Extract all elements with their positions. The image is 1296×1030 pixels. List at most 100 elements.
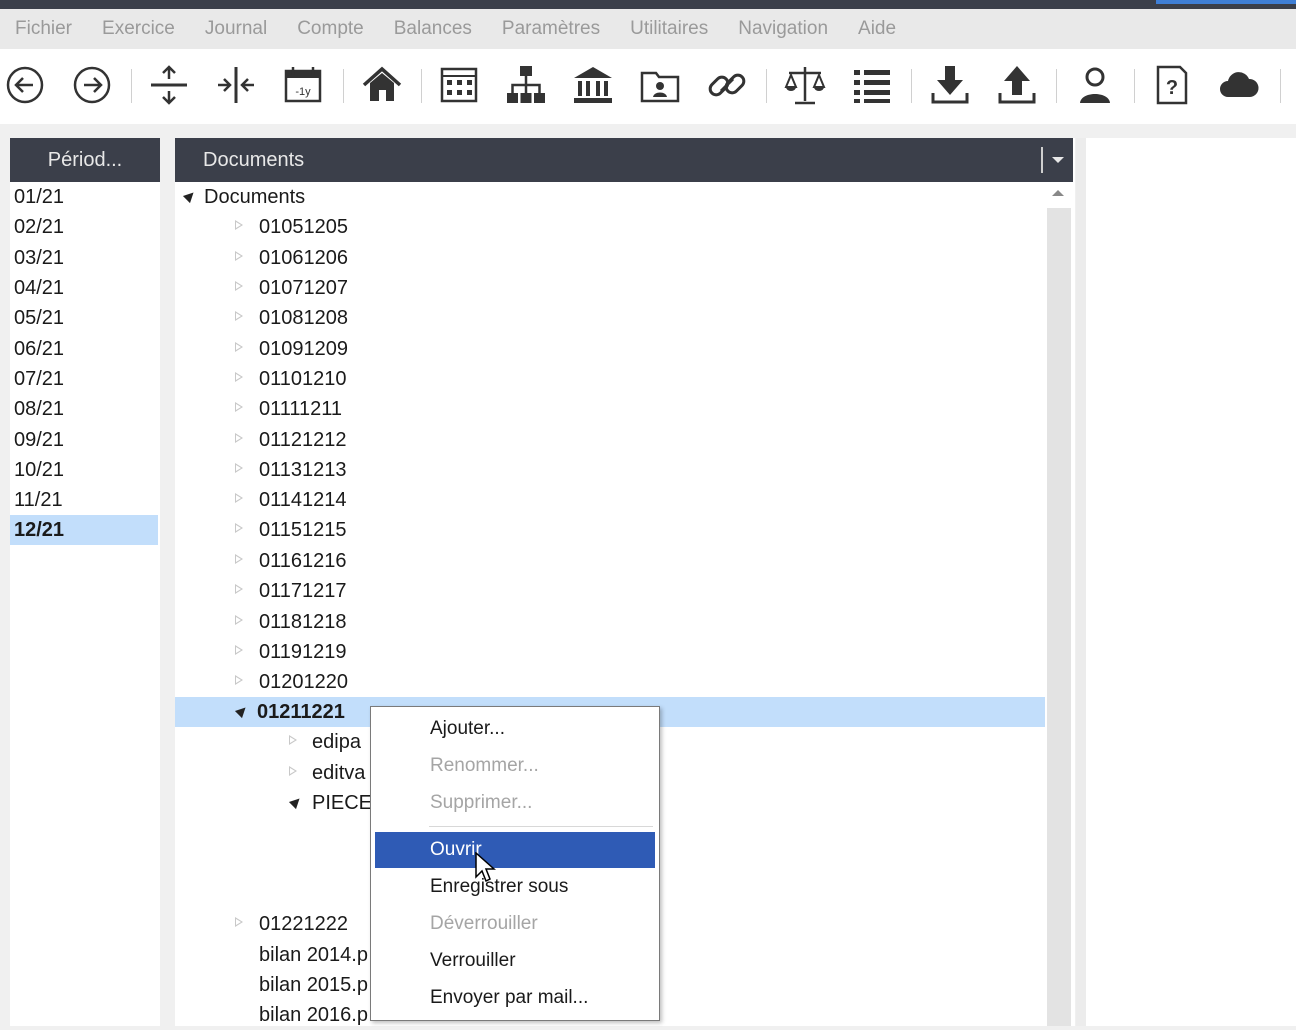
tree-folder[interactable]: 01151215 bbox=[235, 515, 347, 545]
bank-icon[interactable] bbox=[571, 63, 615, 107]
menu-item-ajouter[interactable]: Ajouter... bbox=[375, 711, 655, 747]
dropdown-arrow-icon[interactable] bbox=[1052, 157, 1064, 163]
period-item[interactable]: 10/21 bbox=[10, 455, 158, 485]
tree-child[interactable]: editva bbox=[289, 758, 365, 788]
toolbar-separator bbox=[131, 69, 132, 103]
user-icon[interactable] bbox=[1073, 63, 1117, 107]
collapsed-arrow-icon[interactable] bbox=[235, 311, 243, 321]
collapsed-arrow-icon[interactable] bbox=[235, 220, 243, 230]
period-item-selected[interactable]: 12/21 bbox=[10, 515, 158, 545]
collapsed-arrow-icon[interactable] bbox=[235, 402, 243, 412]
period-item[interactable]: 11/21 bbox=[10, 485, 158, 515]
tree-folder[interactable]: 01121212 bbox=[235, 425, 347, 455]
collapsed-arrow-icon[interactable] bbox=[235, 251, 243, 261]
tree-root[interactable]: Documents bbox=[182, 182, 305, 212]
collapsed-arrow-icon[interactable] bbox=[235, 493, 243, 503]
collapsed-arrow-icon[interactable] bbox=[235, 433, 243, 443]
menu-utilitaires[interactable]: Utilitaires bbox=[615, 18, 723, 40]
menu-compte[interactable]: Compte bbox=[282, 18, 379, 40]
menu-separator bbox=[429, 826, 653, 827]
collapsed-arrow-icon[interactable] bbox=[235, 372, 243, 382]
collapsed-arrow-icon[interactable] bbox=[235, 584, 243, 594]
collapsed-arrow-icon[interactable] bbox=[235, 675, 243, 685]
forward-icon[interactable] bbox=[70, 63, 114, 107]
calendar-icon[interactable]: -1y bbox=[281, 63, 325, 107]
tree-folder[interactable]: 01221222 bbox=[235, 909, 348, 939]
cloud-icon[interactable] bbox=[1217, 63, 1261, 107]
expand-horizontal-icon[interactable] bbox=[214, 63, 258, 107]
collapsed-arrow-icon[interactable] bbox=[235, 917, 243, 927]
period-item[interactable]: 05/21 bbox=[10, 303, 158, 333]
toolbar-separator bbox=[766, 69, 767, 103]
collapsed-arrow-icon[interactable] bbox=[235, 463, 243, 473]
menu-navigation[interactable]: Navigation bbox=[723, 18, 843, 40]
tree-child[interactable]: edipa bbox=[289, 727, 361, 757]
upload-icon[interactable] bbox=[995, 63, 1039, 107]
balance-scale-icon[interactable] bbox=[783, 63, 827, 107]
tree-folder[interactable]: 01061206 bbox=[235, 243, 348, 273]
tree-folder[interactable]: 01201220 bbox=[235, 667, 348, 697]
tree-folder[interactable]: 01101210 bbox=[235, 364, 347, 394]
help-icon[interactable]: ? bbox=[1150, 63, 1194, 107]
documents-header[interactable]: Documents bbox=[175, 138, 1073, 182]
building-icon[interactable] bbox=[437, 63, 481, 107]
tree-folder[interactable]: 01191219 bbox=[235, 637, 347, 667]
period-item[interactable]: 08/21 bbox=[10, 394, 158, 424]
collapsed-arrow-icon[interactable] bbox=[235, 281, 243, 291]
svg-text:?: ? bbox=[1166, 77, 1178, 99]
tree-file[interactable]: bilan 2015.p bbox=[259, 970, 368, 1000]
tree-child[interactable]: PIECE bbox=[288, 788, 372, 818]
tree-folder[interactable]: 01111211 bbox=[235, 394, 342, 424]
link-icon[interactable] bbox=[705, 63, 749, 107]
tree-folder[interactable]: 01081208 bbox=[235, 303, 348, 333]
tree-folder-selected[interactable]: 01211221 bbox=[234, 697, 345, 727]
collapsed-arrow-icon[interactable] bbox=[235, 645, 243, 655]
collapsed-arrow-icon[interactable] bbox=[235, 523, 243, 533]
tree-folder[interactable]: 01171217 bbox=[235, 576, 347, 606]
id-card-icon[interactable] bbox=[638, 63, 682, 107]
home-icon[interactable] bbox=[360, 63, 404, 107]
period-item[interactable]: 02/21 bbox=[10, 212, 158, 242]
collapsed-arrow-icon[interactable] bbox=[235, 554, 243, 564]
panel-splitter[interactable] bbox=[1076, 138, 1086, 1026]
org-chart-icon[interactable] bbox=[504, 63, 548, 107]
period-item[interactable]: 09/21 bbox=[10, 425, 158, 455]
period-item[interactable]: 01/21 bbox=[10, 182, 158, 212]
menu-item-verrouiller[interactable]: Verrouiller bbox=[375, 943, 655, 979]
menu-item-ouvrir[interactable]: Ouvrir bbox=[375, 832, 655, 868]
tree-folder[interactable]: 01091209 bbox=[235, 334, 348, 364]
toolbar: -1y ? bbox=[0, 49, 1296, 124]
collapsed-arrow-icon[interactable] bbox=[289, 766, 297, 776]
period-item[interactable]: 03/21 bbox=[10, 243, 158, 273]
tree-folder[interactable]: 01071207 bbox=[235, 273, 348, 303]
menu-item-envoyer-par-mail[interactable]: Envoyer par mail... bbox=[375, 980, 655, 1016]
collapsed-arrow-icon[interactable] bbox=[235, 615, 243, 625]
collapsed-arrow-icon[interactable] bbox=[289, 735, 297, 745]
vertical-scrollbar[interactable] bbox=[1047, 208, 1071, 1026]
menu-aide[interactable]: Aide bbox=[843, 18, 911, 40]
menu-exercice[interactable]: Exercice bbox=[87, 18, 190, 40]
menu-item-enregistrer-sous[interactable]: Enregistrer sous bbox=[375, 869, 655, 905]
period-header[interactable]: Périod... bbox=[10, 138, 160, 182]
period-item[interactable]: 04/21 bbox=[10, 273, 158, 303]
tree-folder[interactable]: 01181218 bbox=[235, 607, 347, 637]
list-icon[interactable] bbox=[850, 63, 894, 107]
period-item[interactable]: 07/21 bbox=[10, 364, 158, 394]
folder-label: 01131213 bbox=[259, 459, 347, 481]
scroll-up-icon[interactable] bbox=[1052, 190, 1064, 196]
menu-parametres[interactable]: Paramètres bbox=[487, 18, 615, 40]
expand-vertical-icon[interactable] bbox=[147, 63, 191, 107]
back-icon[interactable] bbox=[3, 63, 47, 107]
tree-folder[interactable]: 01131213 bbox=[235, 455, 347, 485]
collapsed-arrow-icon[interactable] bbox=[235, 342, 243, 352]
header-divider bbox=[1041, 147, 1043, 173]
tree-file[interactable]: bilan 2014.p bbox=[259, 940, 368, 970]
period-item[interactable]: 06/21 bbox=[10, 334, 158, 364]
tree-folder[interactable]: 01051205 bbox=[235, 212, 348, 242]
tree-folder[interactable]: 01161216 bbox=[235, 546, 347, 576]
menu-journal[interactable]: Journal bbox=[190, 18, 282, 40]
download-icon[interactable] bbox=[928, 63, 972, 107]
menu-fichier[interactable]: Fichier bbox=[0, 18, 87, 40]
tree-folder[interactable]: 01141214 bbox=[235, 485, 347, 515]
menu-balances[interactable]: Balances bbox=[379, 18, 487, 40]
